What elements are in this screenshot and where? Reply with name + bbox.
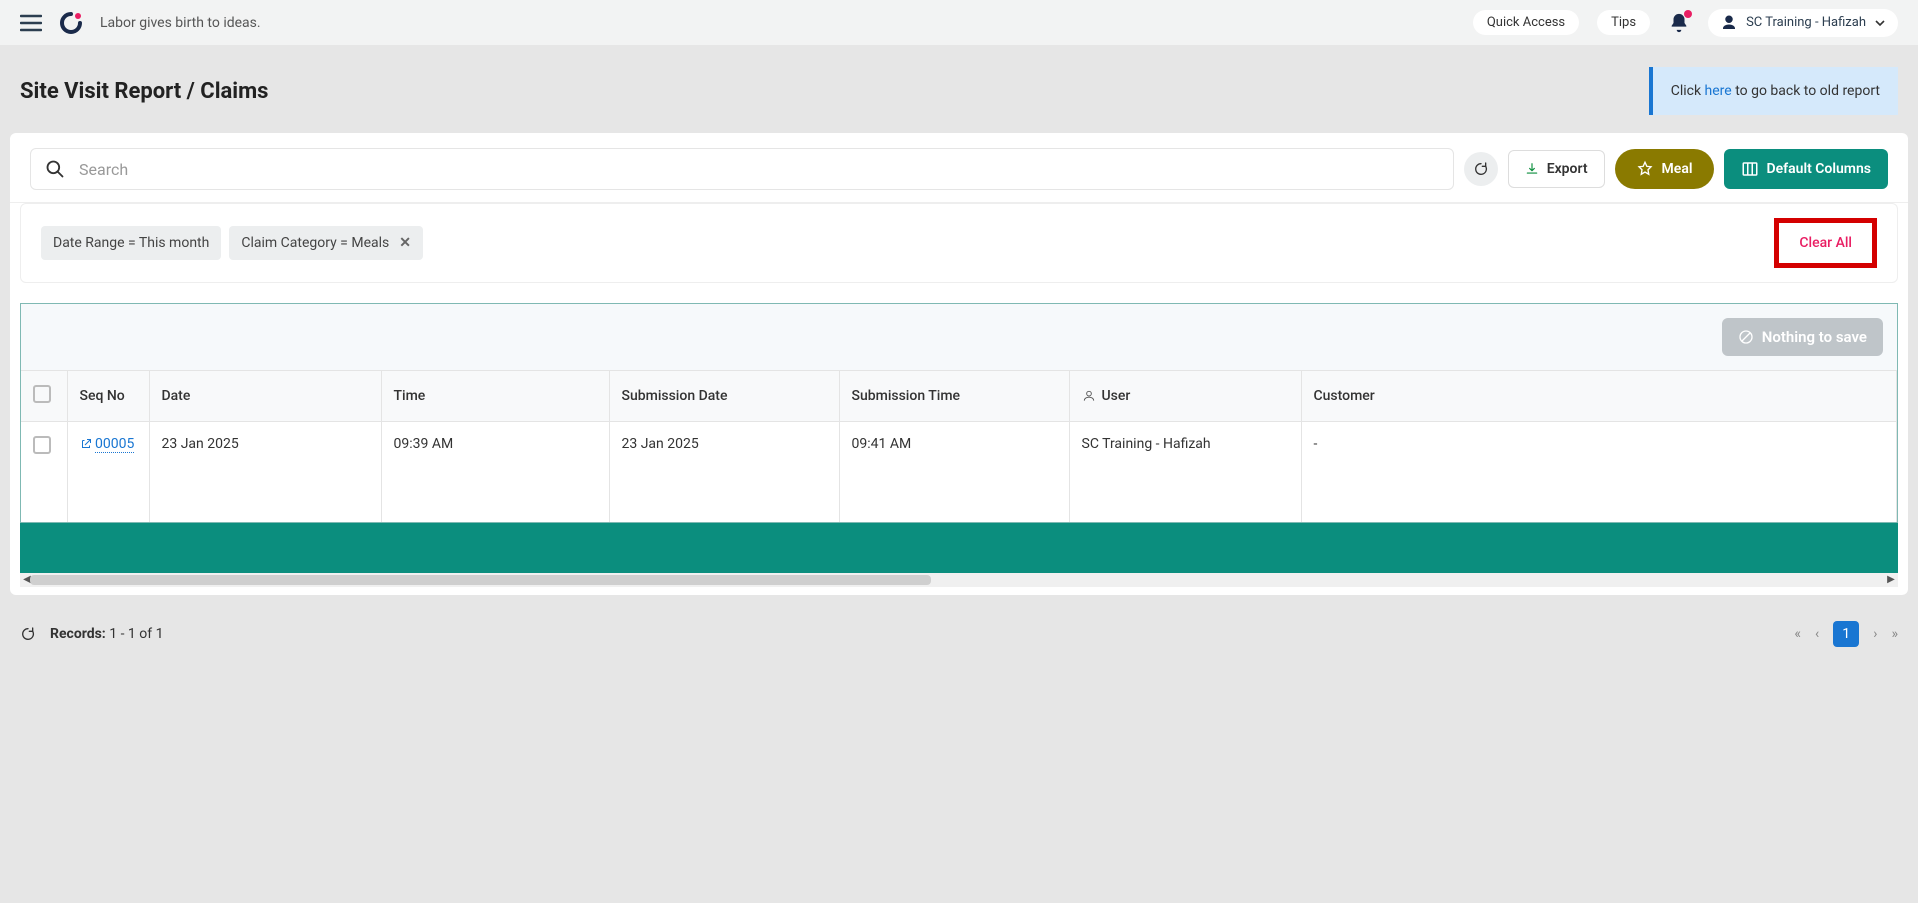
old-report-link[interactable]: here bbox=[1705, 83, 1732, 99]
tips-button[interactable]: Tips bbox=[1597, 10, 1650, 35]
row-select[interactable] bbox=[21, 422, 67, 522]
cell-time: 09:39 AM bbox=[381, 422, 609, 522]
cell-submission-date: 23 Jan 2025 bbox=[609, 422, 839, 522]
page-prev[interactable]: ‹ bbox=[1815, 626, 1819, 642]
export-button[interactable]: Export bbox=[1508, 150, 1605, 188]
scroll-right-icon[interactable]: ▶ bbox=[1884, 573, 1898, 587]
old-report-banner: Click here to go back to old report bbox=[1649, 67, 1898, 115]
records-value: 1 - 1 of 1 bbox=[109, 626, 163, 642]
col-submission-time[interactable]: Submission Time bbox=[839, 371, 1069, 422]
remove-filter-icon[interactable]: ✕ bbox=[399, 235, 411, 251]
chevron-down-icon bbox=[1874, 17, 1886, 29]
horizontal-scrollbar[interactable]: ◀ ▶ bbox=[20, 573, 1898, 587]
columns-icon bbox=[1741, 160, 1759, 178]
refresh-icon[interactable] bbox=[20, 626, 36, 642]
default-columns-button[interactable]: Default Columns bbox=[1724, 149, 1889, 189]
filter-claim-category[interactable]: Claim Category = Meals ✕ bbox=[229, 226, 423, 260]
page-first[interactable]: « bbox=[1794, 626, 1801, 642]
filter-date-range[interactable]: Date Range = This month bbox=[41, 226, 221, 260]
records-label: Records: bbox=[50, 626, 106, 642]
user-icon bbox=[1082, 389, 1096, 403]
col-seq[interactable]: Seq No bbox=[67, 371, 149, 422]
scroll-thumb[interactable] bbox=[30, 575, 931, 585]
page-last[interactable]: » bbox=[1891, 626, 1898, 642]
cell-customer: - bbox=[1301, 422, 1897, 522]
quick-access-button[interactable]: Quick Access bbox=[1473, 10, 1579, 35]
col-date[interactable]: Date bbox=[149, 371, 381, 422]
clear-all-button[interactable]: Clear All bbox=[1774, 218, 1877, 268]
col-submission-date[interactable]: Submission Date bbox=[609, 371, 839, 422]
page-title: Site Visit Report / Claims bbox=[20, 79, 268, 104]
meal-button[interactable]: Meal bbox=[1615, 149, 1714, 189]
nothing-to-save-button: Nothing to save bbox=[1722, 318, 1883, 356]
user-menu[interactable]: SC Training - Hafizah bbox=[1708, 9, 1898, 37]
col-user[interactable]: User bbox=[1069, 371, 1301, 422]
refresh-button[interactable] bbox=[1464, 152, 1498, 186]
summary-bar bbox=[20, 523, 1898, 573]
table-row[interactable]: 00005 23 Jan 2025 09:39 AM 23 Jan 2025 0… bbox=[21, 422, 1897, 522]
refresh-icon bbox=[1473, 161, 1489, 177]
page-current[interactable]: 1 bbox=[1833, 621, 1859, 647]
user-name: SC Training - Hafizah bbox=[1746, 15, 1866, 30]
notification-dot bbox=[1684, 10, 1692, 18]
star-icon bbox=[1636, 160, 1654, 178]
prohibit-icon bbox=[1738, 329, 1754, 345]
search-input[interactable] bbox=[79, 160, 1439, 179]
cell-submission-time: 09:41 AM bbox=[839, 422, 1069, 522]
app-logo[interactable] bbox=[60, 12, 82, 34]
col-time[interactable]: Time bbox=[381, 371, 609, 422]
download-icon bbox=[1525, 162, 1539, 176]
cell-user: SC Training - Hafizah bbox=[1069, 422, 1301, 522]
select-all-header[interactable] bbox=[21, 371, 67, 422]
external-link-icon bbox=[80, 438, 92, 450]
col-customer[interactable]: Customer bbox=[1301, 371, 1897, 422]
tagline: Labor gives birth to ideas. bbox=[100, 15, 261, 31]
cell-date: 23 Jan 2025 bbox=[149, 422, 381, 522]
notifications-icon[interactable] bbox=[1668, 12, 1690, 34]
search-field[interactable] bbox=[30, 148, 1454, 190]
seq-link[interactable]: 00005 bbox=[95, 436, 134, 453]
menu-toggle[interactable] bbox=[20, 14, 42, 32]
page-next[interactable]: › bbox=[1873, 626, 1877, 642]
user-icon bbox=[1720, 14, 1738, 32]
search-icon bbox=[45, 159, 65, 179]
